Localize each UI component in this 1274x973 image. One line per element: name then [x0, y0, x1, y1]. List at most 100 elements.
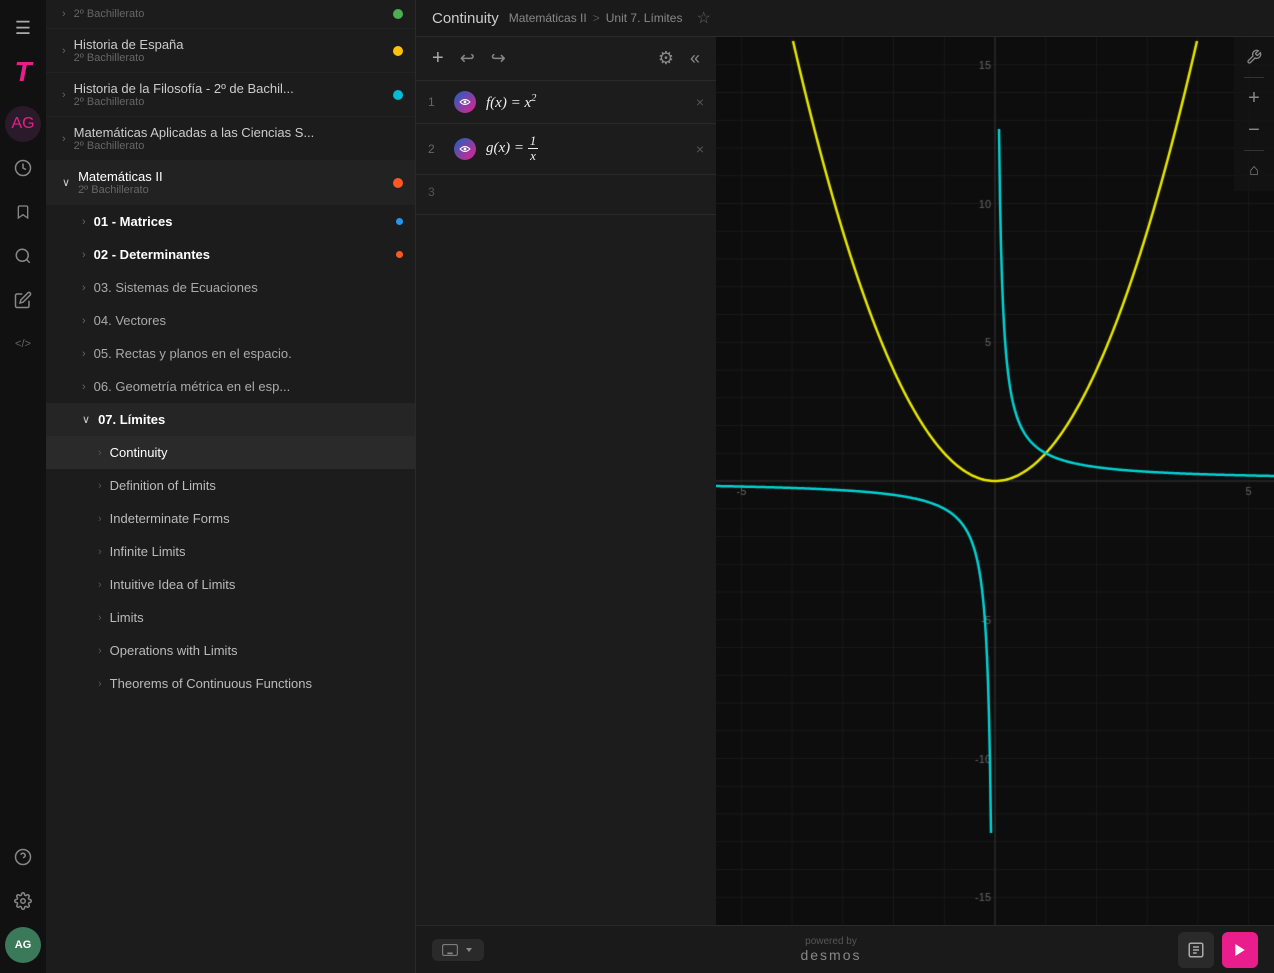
action-buttons	[1178, 932, 1258, 968]
chevron-right-icon: ›	[98, 678, 102, 690]
chevron-right-icon: ›	[82, 249, 86, 261]
lesson-item-operations[interactable]: › Operations with Limits	[46, 634, 415, 667]
chevron-right-icon: ›	[62, 45, 66, 57]
lesson-item-infinite-limits[interactable]: › Infinite Limits	[46, 535, 415, 568]
add-formula-button[interactable]: +	[428, 45, 448, 72]
chapter-item-05[interactable]: › 05. Rectas y planos en el espacio.	[46, 337, 415, 370]
chevron-right-icon: ›	[82, 381, 86, 393]
chevron-right-icon: ›	[82, 216, 86, 228]
chevron-down-icon: ∨	[62, 176, 70, 189]
formula-row-1[interactable]: 1 f(x) = x2 ×	[416, 81, 716, 124]
formula-icon-2	[454, 138, 476, 160]
lesson-item-continuity[interactable]: › Continuity	[46, 436, 415, 469]
chevron-right-icon: ›	[98, 579, 102, 591]
settings-icon[interactable]	[5, 883, 41, 919]
chevron-right-icon: ›	[62, 89, 66, 101]
settings-button[interactable]: ⚙	[654, 46, 678, 71]
lesson-item-indeterminate[interactable]: › Indeterminate Forms	[46, 502, 415, 535]
favorite-star-icon[interactable]: ☆	[696, 8, 710, 28]
chevron-right-icon: ›	[98, 645, 102, 657]
user-avatar[interactable]: AG	[5, 927, 41, 963]
zoom-in-icon[interactable]: +	[1240, 84, 1268, 112]
edit-icon[interactable]	[5, 282, 41, 318]
graph-toolbar-right: + − ⌂	[1234, 37, 1274, 191]
lesson-item-intuitive[interactable]: › Intuitive Idea of Limits	[46, 568, 415, 601]
breadcrumb: Matemáticas II > Unit 7. Límites	[509, 11, 683, 25]
course-item-mat2[interactable]: ∨ Matemáticas II 2º Bachillerato	[46, 161, 415, 205]
chevron-right-icon: ›	[62, 8, 66, 20]
keyboard-button[interactable]	[432, 939, 484, 961]
course-title: Matemáticas Aplicadas a las Ciencias S..…	[74, 125, 403, 152]
status-dot	[393, 90, 403, 100]
formula-number: 2	[428, 142, 444, 156]
course-title: 2º Bachillerato	[74, 8, 393, 20]
history-icon[interactable]	[5, 150, 41, 186]
bottom-bar: powered by desmos	[416, 925, 1274, 973]
course-item[interactable]: › 2º Bachillerato	[46, 0, 415, 29]
course-title: Historia de España 2º Bachillerato	[74, 37, 393, 64]
content-area: + ↩ ↪ ⚙ « 1 f(x) = x2 × 2	[416, 37, 1274, 925]
formula-row-3[interactable]: 3	[416, 175, 716, 215]
chapter-item-06[interactable]: › 06. Geometría métrica en el esp...	[46, 370, 415, 403]
graph-area[interactable]: + − ⌂	[716, 37, 1274, 925]
chapter-dot	[396, 218, 403, 225]
search-icon[interactable]	[5, 238, 41, 274]
powered-by: powered by desmos	[800, 936, 861, 963]
chevron-right-icon: ›	[82, 348, 86, 360]
lesson-item-definition-limits[interactable]: › Definition of Limits	[46, 469, 415, 502]
top-bar: Continuity Matemáticas II > Unit 7. Lími…	[416, 0, 1274, 37]
chevron-right-icon: ›	[98, 546, 102, 558]
formula-text-1: f(x) = x2	[486, 93, 686, 112]
bookmark-icon[interactable]	[5, 194, 41, 230]
course-item-mat-aplicadas[interactable]: › Matemáticas Aplicadas a las Ciencias S…	[46, 117, 415, 161]
unit-07-header[interactable]: ∨ 07. Límites	[46, 403, 415, 436]
page-title: Continuity	[432, 10, 499, 27]
course-item-historia-espana[interactable]: › Historia de España 2º Bachillerato	[46, 29, 415, 73]
course-panel: › 2º Bachillerato › Historia de España 2…	[46, 0, 416, 973]
lesson-item-theorems[interactable]: › Theorems of Continuous Functions	[46, 667, 415, 700]
home-view-icon[interactable]: ⌂	[1240, 157, 1268, 185]
breadcrumb-separator: >	[593, 11, 600, 25]
status-dot	[393, 178, 403, 188]
next-button[interactable]	[1222, 932, 1258, 968]
menu-button[interactable]: ☰	[5, 10, 41, 46]
formula-close-1[interactable]: ×	[696, 94, 704, 110]
formula-number: 1	[428, 95, 444, 109]
collapse-button[interactable]: «	[686, 46, 704, 71]
chapter-item-02[interactable]: › 02 - Determinantes	[46, 238, 415, 271]
course-title: Historia de la Filosofía - 2º de Bachil.…	[74, 81, 393, 108]
breadcrumb-unit[interactable]: Unit 7. Límites	[606, 11, 683, 25]
app-logo: T	[5, 54, 41, 90]
desmos-logo: desmos	[800, 947, 861, 963]
chapter-item-01[interactable]: › 01 - Matrices	[46, 205, 415, 238]
chapter-dot	[396, 251, 403, 258]
chevron-right-icon: ›	[98, 447, 102, 459]
formula-toolbar: + ↩ ↪ ⚙ «	[416, 37, 716, 81]
course-item-historia-filosofia[interactable]: › Historia de la Filosofía - 2º de Bachi…	[46, 73, 415, 117]
profile-icon[interactable]: AG	[5, 106, 41, 142]
formula-input-panel: + ↩ ↪ ⚙ « 1 f(x) = x2 × 2	[416, 37, 716, 925]
formula-close-2[interactable]: ×	[696, 141, 704, 157]
formula-icon-1	[454, 91, 476, 113]
icon-sidebar: ☰ T AG </> AG	[0, 0, 46, 973]
code-icon[interactable]: </>	[5, 326, 41, 362]
graph-settings-icon[interactable]	[1240, 43, 1268, 71]
chapter-item-03[interactable]: › 03. Sistemas de Ecuaciones	[46, 271, 415, 304]
lesson-item-limits[interactable]: › Limits	[46, 601, 415, 634]
zoom-out-icon[interactable]: −	[1240, 116, 1268, 144]
help-icon[interactable]	[5, 839, 41, 875]
undo-button[interactable]: ↩	[456, 46, 479, 71]
breadcrumb-subject[interactable]: Matemáticas II	[509, 11, 587, 25]
transcript-button[interactable]	[1178, 932, 1214, 968]
chevron-right-icon: ›	[62, 133, 66, 145]
chevron-right-icon: ›	[98, 612, 102, 624]
formula-row-2[interactable]: 2 g(x) = 1x ×	[416, 124, 716, 175]
chevron-right-icon: ›	[82, 315, 86, 327]
chevron-right-icon: ›	[98, 513, 102, 525]
graph-canvas	[716, 37, 1274, 925]
main-area: Continuity Matemáticas II > Unit 7. Lími…	[416, 0, 1274, 973]
status-dot	[393, 9, 403, 19]
redo-button[interactable]: ↪	[487, 46, 510, 71]
chapter-item-04[interactable]: › 04. Vectores	[46, 304, 415, 337]
chevron-right-icon: ›	[82, 282, 86, 294]
